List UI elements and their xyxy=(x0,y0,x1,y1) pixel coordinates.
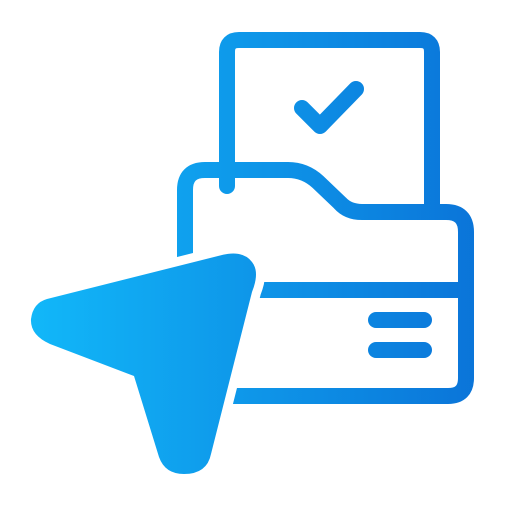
folder-document-pointer-icon xyxy=(21,32,474,483)
icon-canvas xyxy=(0,0,512,512)
checkmark-icon xyxy=(294,81,364,134)
